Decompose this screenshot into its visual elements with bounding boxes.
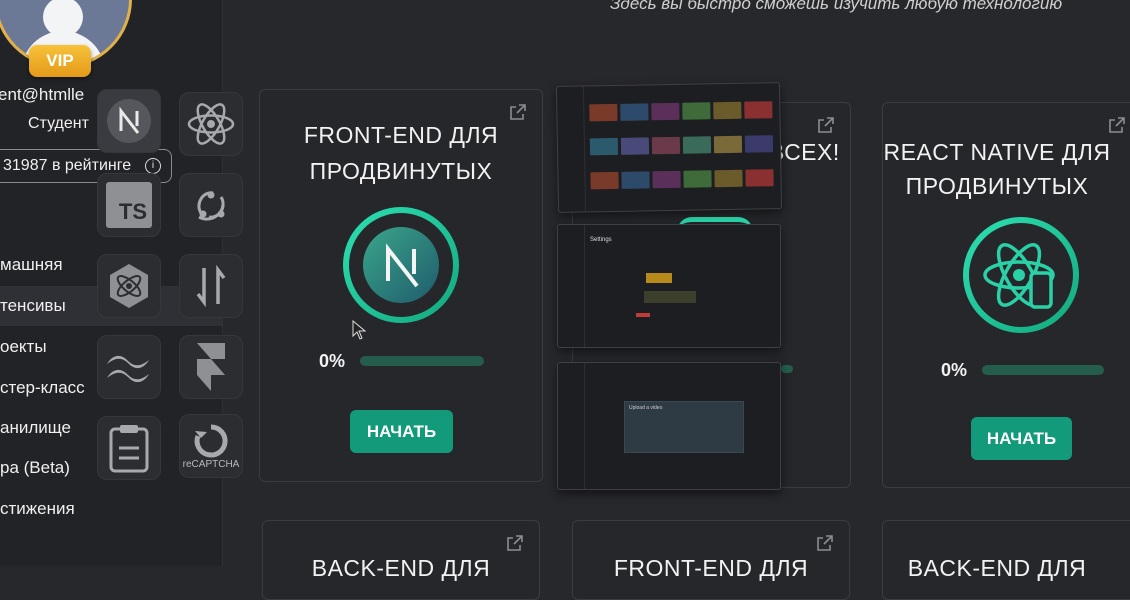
video-thumbnail [713,135,743,154]
preview-title: Settings [590,237,612,243]
nav-masterclass[interactable]: стер-класс [0,378,85,398]
course-card-backend[interactable]: BACK-END ДЛЯ [262,520,540,600]
course-ring [963,217,1079,333]
video-thumbnail [682,102,711,120]
nextjs-icon[interactable] [97,89,161,153]
preview-screenshot-settings: Settings [557,224,781,348]
video-thumbnail [620,103,649,121]
start-button[interactable]: НАЧАТЬ [971,417,1072,460]
preview-save-thumb [636,313,650,317]
preview-sidebar [558,225,585,347]
start-button[interactable]: НАЧАТЬ [350,410,453,453]
external-link-icon[interactable] [507,535,523,551]
video-thumbnail [682,136,712,154]
course-card-frontend-2[interactable]: FRONT-END ДЛЯ [572,520,850,600]
nav-game-beta[interactable]: ра (Beta) [0,458,70,478]
typescript-icon[interactable]: TS [97,173,161,237]
course-card-backend-2[interactable]: BACK-END ДЛЯ [882,520,1130,600]
video-thumbnail [589,103,618,122]
external-link-icon[interactable] [1109,117,1125,133]
user-email: ent@htmlle [0,85,85,104]
preview-modal-title: Upload a video [629,405,663,411]
preview-screenshot-upload: Upload a video [557,362,781,490]
nav-home[interactable]: машняя [0,255,63,275]
course-card-react-native[interactable]: REACT NATIVE ДЛЯ ПРОДВИНУТЫХ 0% НАЧАТЬ [882,102,1130,488]
nav-projects[interactable]: оекты [0,337,47,357]
preview-avatar-thumb [646,273,672,283]
preact-icon[interactable] [97,254,161,318]
react-mobile-icon [983,243,1055,309]
user-role: Студент [28,115,89,132]
axios-icon[interactable] [179,254,243,318]
recaptcha-icon[interactable]: reCAPTCHA [179,414,243,478]
external-link-icon[interactable] [817,535,833,551]
framer-icon[interactable] [179,335,243,399]
progress-bar [982,365,1104,375]
video-thumbnail [683,170,712,188]
video-thumbnail [713,101,742,120]
video-thumbnail [745,169,774,187]
card-title-line1: BACK-END ДЛЯ [311,555,491,581]
video-thumbnail [621,171,650,189]
video-thumbnail [589,137,619,156]
video-thumbnail [590,171,619,190]
card-title-line1: FRONT-END ДЛЯ [303,122,499,148]
nav-intensives[interactable]: тенсивы [0,296,66,316]
rating-text: 31987 в рейтинге [3,157,132,174]
card-title-line2: ПРОДВИНУТЫХ [905,173,1089,199]
video-thumbnail [744,135,774,153]
nav-achievements[interactable]: стижения [0,499,75,519]
card-title-line1: REACT NATIVE ДЛЯ [883,139,1111,165]
preview-banner-thumb [644,291,696,303]
video-thumbnail [652,170,681,189]
card-title-line2: ПРОДВИНУТЫХ [309,158,493,184]
recaptcha-label: reCAPTCHA [182,458,240,470]
info-icon[interactable]: i [145,158,161,174]
progress-percent: 0% [941,360,968,380]
video-thumbnail [620,137,650,155]
react-icon[interactable] [179,92,243,156]
progress-bar [360,356,484,366]
preview-sidebar [558,363,585,489]
card-title-line1: BACK-END ДЛЯ [907,555,1087,581]
preview-upload-modal: Upload a video [624,401,744,453]
course-card-frontend[interactable]: FRONT-END ДЛЯ ПРОДВИНУТЫХ 0% НАЧАТЬ [259,89,543,482]
preview-sidebar [556,86,587,212]
preview-screenshot-home [555,82,783,213]
video-thumbnail [651,102,680,121]
video-thumbnail [714,169,743,188]
card-title-line1: FRONT-END ДЛЯ [613,555,809,581]
mouse-cursor-icon [352,320,366,340]
course-ring [343,207,459,323]
clipboard-icon[interactable] [97,416,161,480]
external-link-icon[interactable] [818,117,834,133]
nav-storage[interactable]: анилище [0,418,71,438]
tailwind-icon[interactable] [97,335,161,399]
nextjs-icon [363,227,439,303]
vip-badge: VIP [29,45,91,77]
video-thumbnail [744,101,773,119]
redux-icon[interactable] [179,173,243,237]
page-tagline: Здесь вы быстро сможешь изучить любую те… [610,0,1063,13]
progress-bar-partial [781,365,793,373]
progress-percent: 0% [319,351,346,371]
video-thumbnail [651,136,681,155]
typescript-label: TS [106,182,152,228]
